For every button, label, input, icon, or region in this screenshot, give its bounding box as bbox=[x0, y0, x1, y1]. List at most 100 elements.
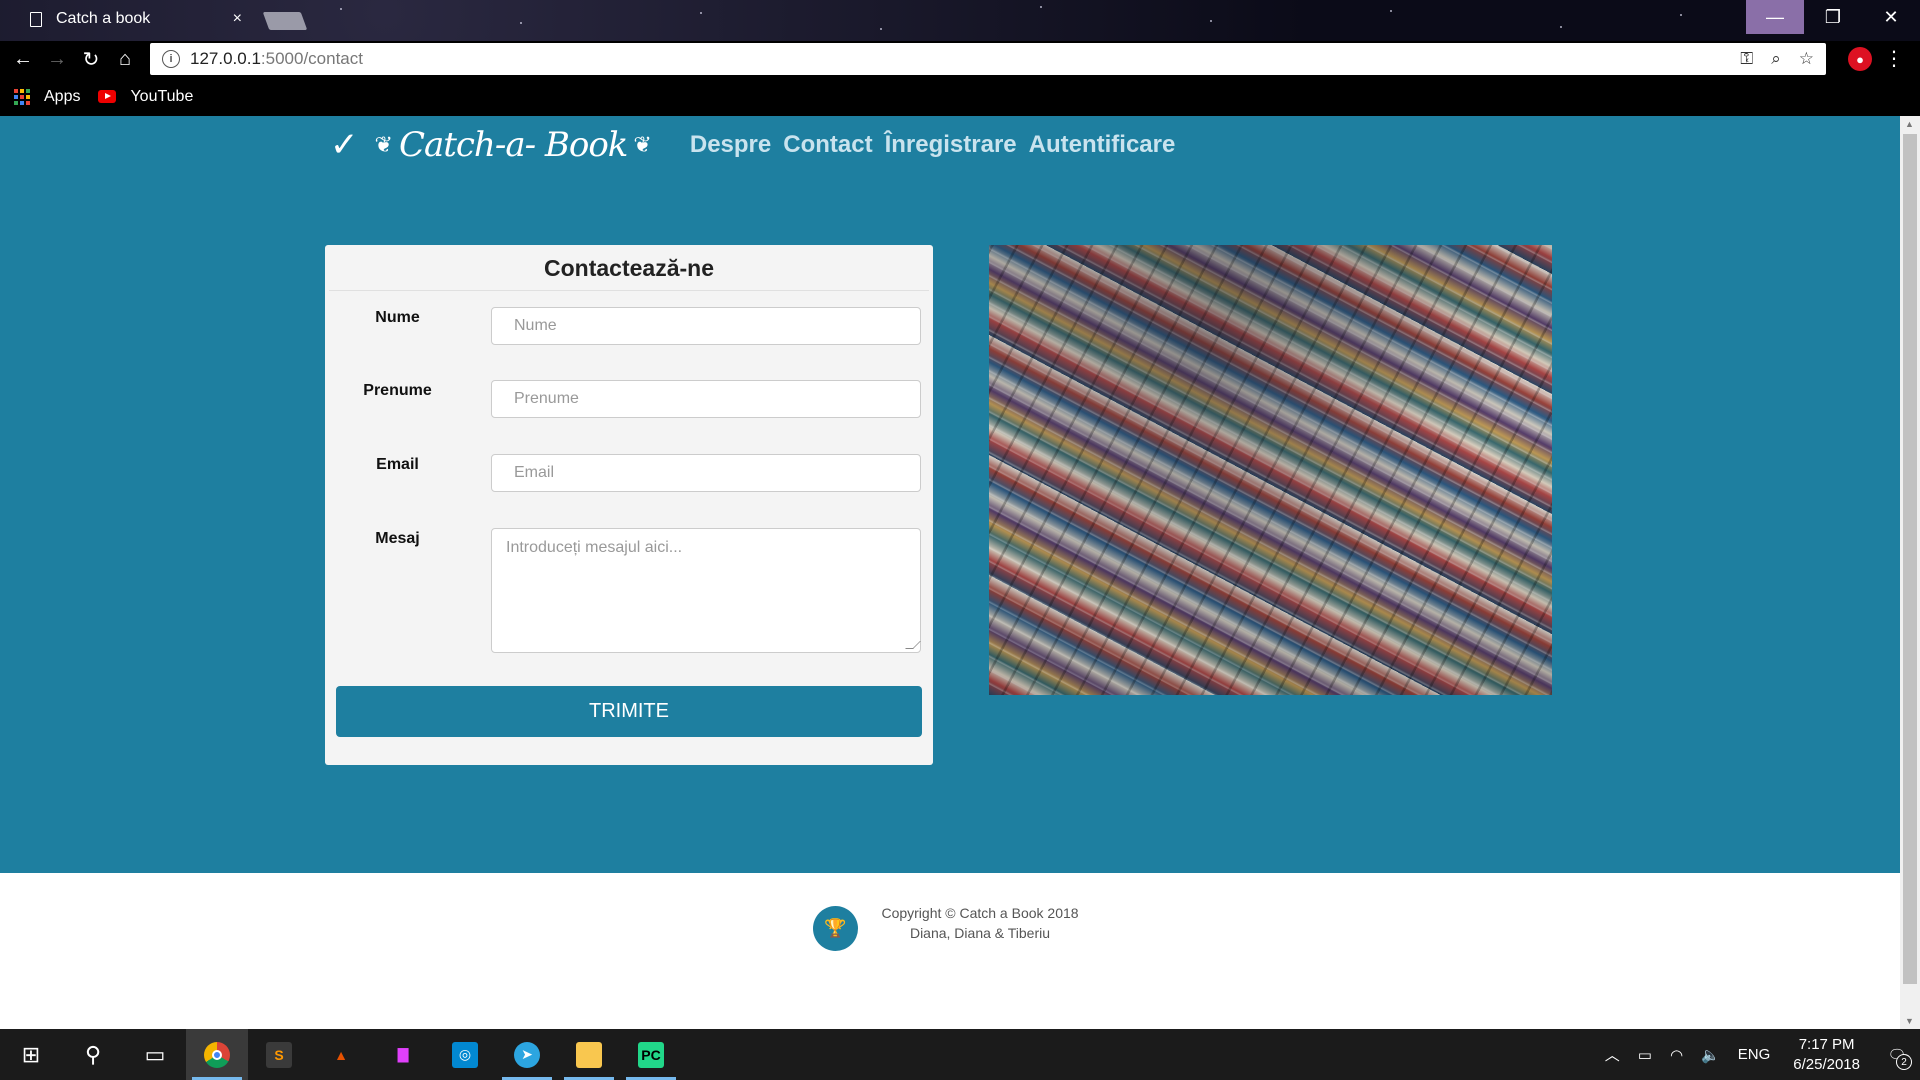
sublime-icon: S bbox=[266, 1041, 292, 1068]
folder-icon bbox=[576, 1041, 602, 1068]
forward-icon[interactable]: → bbox=[40, 41, 74, 77]
volume-icon[interactable]: 🔈 bbox=[1701, 1046, 1720, 1064]
bookmark-label: Apps bbox=[44, 87, 81, 105]
chrome-taskbar-icon[interactable] bbox=[186, 1029, 248, 1080]
windows-taskbar: ⊞ ⚲ ▭ S ▲ ▇ ◎ ➤ PC ︿ ▭ ◠ 🔈 ENG 7:17 PM 6… bbox=[0, 1029, 1920, 1080]
site-footer: 🏆 Copyright © Catch a Book 2018 Diana, D… bbox=[0, 873, 1900, 1029]
language-indicator[interactable]: ENG bbox=[1738, 1046, 1771, 1063]
star-decoration bbox=[1390, 10, 1392, 12]
clock[interactable]: 7:17 PM 6/25/2018 bbox=[1793, 1035, 1860, 1075]
action-center-icon[interactable]: 🗨 2 bbox=[1874, 1029, 1920, 1080]
battery-icon[interactable]: ▭ bbox=[1638, 1046, 1652, 1064]
reload-icon[interactable]: ↻ bbox=[74, 41, 108, 77]
tab-close-icon[interactable]: × bbox=[233, 10, 242, 28]
field-label: Email bbox=[376, 456, 419, 473]
youtube-icon bbox=[98, 90, 117, 103]
equalizer-icon: ▇ bbox=[397, 1046, 409, 1062]
message-textarea[interactable]: Introduceți mesajul aici... bbox=[491, 528, 921, 653]
system-tray: ︿ ▭ ◠ 🔈 ENG 7:17 PM 6/25/2018 🗨 2 bbox=[1596, 1029, 1920, 1080]
site-info-icon[interactable]: i bbox=[162, 50, 180, 68]
textarea-placeholder: Introduceți mesajul aici... bbox=[506, 539, 683, 556]
swirl-ornament-icon: ❦ bbox=[633, 132, 652, 157]
browser-tab[interactable]: Catch a book × bbox=[16, 0, 256, 38]
bookshelf-photo bbox=[989, 245, 1552, 695]
bookmark-star-icon[interactable]: ☆ bbox=[1799, 49, 1814, 69]
bird-book-icon: ✓ bbox=[330, 126, 359, 164]
resize-grip-icon[interactable] bbox=[905, 641, 921, 649]
home-icon[interactable]: ⌂ bbox=[108, 41, 142, 77]
page-icon bbox=[30, 11, 42, 27]
authors-text: Diana, Diana & Tiberiu bbox=[909, 925, 1051, 941]
close-window-button[interactable]: ✕ bbox=[1862, 0, 1920, 34]
matlab-icon: ▲ bbox=[334, 1046, 348, 1063]
bookmark-youtube[interactable]: YouTube bbox=[98, 88, 193, 106]
field-label: Prenume bbox=[363, 382, 432, 399]
bookmark-apps[interactable]: Apps bbox=[14, 88, 80, 106]
form-title: Contactează-ne bbox=[329, 245, 929, 291]
equalizer-taskbar-icon[interactable]: ▇ bbox=[372, 1029, 434, 1080]
star-decoration bbox=[700, 12, 702, 14]
email-input[interactable]: Email bbox=[491, 454, 921, 492]
footer-text: Copyright © Catch a Book 2018 Diana, Dia… bbox=[860, 903, 1100, 943]
new-tab-button[interactable] bbox=[262, 12, 308, 30]
task-view-icon[interactable]: ▭ bbox=[124, 1029, 186, 1080]
camera-app-taskbar-icon[interactable]: ◎ bbox=[434, 1029, 496, 1080]
tray-chevron-icon[interactable]: ︿ bbox=[1605, 1044, 1620, 1065]
nume-input[interactable]: Nume bbox=[491, 307, 921, 345]
tab-title: Catch a book bbox=[56, 10, 151, 27]
clock-time: 7:17 PM bbox=[1798, 1035, 1855, 1053]
star-decoration bbox=[1040, 6, 1042, 8]
copyright-text: Copyright © Catch a Book 2018 bbox=[881, 905, 1079, 921]
scroll-up-icon[interactable]: ▲ bbox=[1905, 119, 1914, 129]
site-navbar: ✓ ❦ Catch-a- Book ❦ Despre Contact Înreg… bbox=[330, 116, 1187, 174]
matlab-taskbar-icon[interactable]: ▲ bbox=[310, 1029, 372, 1080]
trophy-icon: 🏆 bbox=[813, 906, 858, 951]
scroll-down-icon[interactable]: ▼ bbox=[1905, 1016, 1914, 1026]
star-decoration bbox=[1210, 20, 1212, 22]
camera-icon: ◎ bbox=[452, 1041, 478, 1068]
notification-count: 2 bbox=[1896, 1054, 1912, 1070]
telegram-icon: ➤ bbox=[514, 1041, 540, 1068]
browser-toolbar: ← → ↻ ⌂ i 127.0.0.1:5000/contact ⚿ ⌕ ☆ ●… bbox=[0, 41, 1920, 77]
pycharm-icon: PC bbox=[638, 1041, 664, 1068]
extension-icon[interactable]: ● bbox=[1848, 47, 1872, 71]
nav-link-despre[interactable]: Despre bbox=[690, 131, 771, 159]
hero-section: ✓ ❦ Catch-a- Book ❦ Despre Contact Înreg… bbox=[0, 116, 1900, 873]
minimize-button[interactable]: — bbox=[1746, 0, 1804, 34]
window-controls: — ❐ ✕ bbox=[1746, 0, 1920, 34]
back-icon[interactable]: ← bbox=[6, 41, 40, 77]
star-decoration bbox=[880, 28, 882, 30]
wifi-icon[interactable]: ◠ bbox=[1670, 1046, 1683, 1064]
windows-start-icon[interactable]: ⊞ bbox=[0, 1029, 62, 1080]
clock-date: 6/25/2018 bbox=[1793, 1055, 1860, 1073]
telegram-taskbar-icon[interactable]: ➤ bbox=[496, 1029, 558, 1080]
submit-button[interactable]: TRIMITE bbox=[336, 686, 922, 737]
browser-menu-icon[interactable]: ⋮ bbox=[1884, 47, 1904, 71]
url-path: :5000/contact bbox=[260, 49, 363, 68]
zoom-icon[interactable]: ⌕ bbox=[1771, 49, 1781, 69]
contact-form-card: Contactează-ne Nume Nume Prenume Prenume… bbox=[325, 245, 933, 765]
site-logo[interactable]: ✓ ❦ Catch-a- Book ❦ bbox=[330, 125, 658, 165]
bookmark-label: YouTube bbox=[130, 87, 194, 105]
chrome-icon bbox=[204, 1041, 230, 1068]
field-label: Nume bbox=[375, 309, 420, 326]
field-label: Mesaj bbox=[375, 530, 420, 547]
bookmarks-bar: Apps YouTube bbox=[0, 77, 1920, 116]
nav-link-autentificare[interactable]: Autentificare bbox=[1029, 131, 1176, 159]
address-bar[interactable]: i 127.0.0.1:5000/contact ⚿ ⌕ ☆ bbox=[150, 43, 1826, 75]
key-icon[interactable]: ⚿ bbox=[1740, 49, 1753, 69]
scrollbar-thumb[interactable] bbox=[1903, 134, 1917, 984]
file-explorer-taskbar-icon[interactable] bbox=[558, 1029, 620, 1080]
search-icon[interactable]: ⚲ bbox=[62, 1029, 124, 1080]
page-scrollbar[interactable]: ▲ ▼ bbox=[1900, 116, 1920, 1029]
star-decoration bbox=[520, 22, 522, 24]
sublime-taskbar-icon[interactable]: S bbox=[248, 1029, 310, 1080]
nav-link-contact[interactable]: Contact bbox=[783, 131, 872, 159]
star-decoration bbox=[340, 8, 342, 10]
pycharm-taskbar-icon[interactable]: PC bbox=[620, 1029, 682, 1080]
prenume-input[interactable]: Prenume bbox=[491, 380, 921, 418]
star-decoration bbox=[1560, 26, 1562, 28]
nav-link-inregistrare[interactable]: Înregistrare bbox=[885, 131, 1017, 159]
maximize-button[interactable]: ❐ bbox=[1804, 0, 1862, 34]
url-host: 127.0.0.1 bbox=[190, 49, 261, 68]
